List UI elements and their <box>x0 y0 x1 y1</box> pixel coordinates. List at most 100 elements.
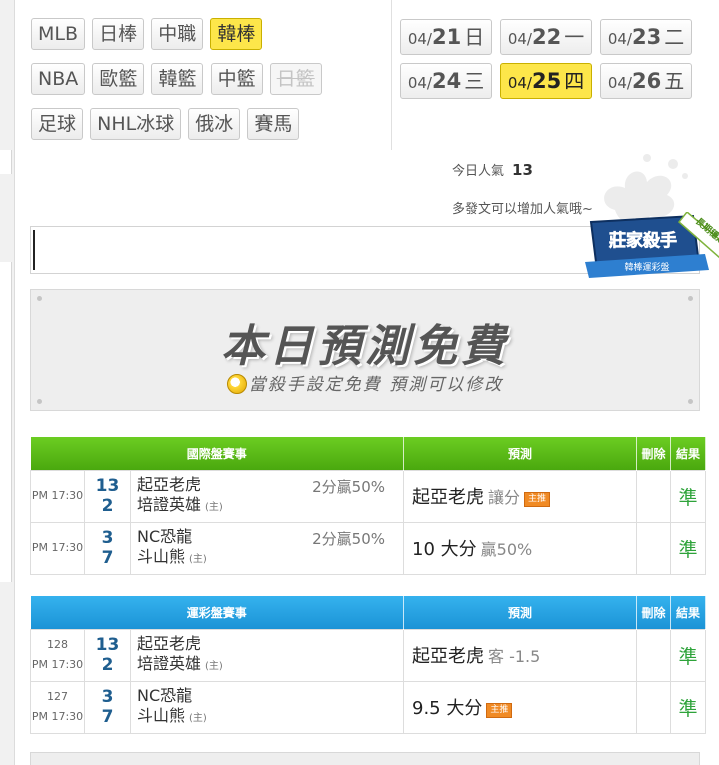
header-delete: 刪除 <box>636 437 671 470</box>
date-weekday: 日 <box>464 25 485 49</box>
away-team: NC恐龍 <box>137 685 193 705</box>
sport-button-nhl[interactable]: NHL冰球 <box>90 108 182 140</box>
sport-selector: MLB 日棒 中職 韓棒 NBA 歐籃 韓籃 中籃 日籃 足球 NHL冰球 俄冰… <box>31 18 391 153</box>
screw-icon <box>688 296 693 301</box>
popularity-hint: 多發文可以增加人氣哦~ <box>452 202 593 217</box>
result: 準 <box>670 469 706 523</box>
prediction: 起亞老虎 讓分 主推 <box>403 469 637 523</box>
sport-button-nba[interactable]: NBA <box>31 63 86 95</box>
screw-icon <box>37 296 42 301</box>
next-banner-edge <box>30 752 700 765</box>
date-weekday: 五 <box>664 69 685 93</box>
home-team: 培證英雄 <box>137 653 202 673</box>
home-score: 7 <box>101 707 114 727</box>
header-delete: 刪除 <box>636 596 671 629</box>
date-button-0421[interactable]: 04/21 日 <box>400 19 492 55</box>
text-caret <box>33 230 35 270</box>
home-mark: (主) <box>205 660 223 672</box>
sport-button-russia-hockey[interactable]: 俄冰 <box>188 108 241 140</box>
delete-cell[interactable] <box>636 521 671 575</box>
home-team: 培證英雄 <box>137 494 202 514</box>
odds: 2分贏50% <box>312 529 385 548</box>
prediction-pick: 9.5 大分 <box>412 698 483 719</box>
left-panel-edge <box>0 150 12 174</box>
sport-button-china-basketball[interactable]: 中籃 <box>210 63 263 95</box>
game-time: PM 17:30 <box>31 710 84 723</box>
prediction-type: 贏50% <box>480 540 533 559</box>
header-prediction: 預測 <box>403 437 637 470</box>
delete-cell[interactable] <box>636 628 671 682</box>
prediction: 10 大分 贏50% <box>403 521 637 575</box>
popularity-count: 13 <box>512 161 533 179</box>
sport-button-cpbl[interactable]: 中職 <box>151 18 204 50</box>
sport-row-basketball: NBA 歐籃 韓籃 中籃 日籃 <box>31 63 391 95</box>
post-input[interactable] <box>37 229 597 271</box>
header-prediction: 預測 <box>403 596 637 629</box>
date-button-0422[interactable]: 04/22 一 <box>500 19 592 55</box>
date-button-0423[interactable]: 04/23 二 <box>600 19 692 55</box>
sport-button-euro-basketball[interactable]: 歐籃 <box>92 63 145 95</box>
home-mark: (主) <box>189 553 207 565</box>
prediction: 起亞老虎客 -1.5 <box>403 628 637 682</box>
badge-name: 莊家殺手 <box>609 230 677 251</box>
prediction-pick: 起亞老虎 <box>412 646 484 667</box>
table-row: 127 PM 17:30 37 NC恐龍 斗山熊 (主) 9.5 大分 主推 準 <box>30 680 706 734</box>
sport-button-npb[interactable]: 日棒 <box>92 18 145 50</box>
date-button-0425[interactable]: 04/25 四 <box>500 63 592 99</box>
main-pick-tag: 主推 <box>486 703 513 718</box>
date-day: 26 <box>631 69 662 93</box>
screw-icon <box>37 399 42 404</box>
home-team: 斗山熊 <box>137 705 186 725</box>
scores: 37 <box>84 680 131 734</box>
teams: 起亞老虎 培證英雄 (主) <box>130 628 404 682</box>
teams: NC恐龍 斗山熊 (主) <box>130 680 404 734</box>
killer-badge: 莊家殺手 韓棒運彩盤 長期穩定 <box>585 212 719 278</box>
away-score: 13 <box>95 476 120 496</box>
sport-button-horse-racing[interactable]: 賽馬 <box>247 108 300 140</box>
sport-button-korea-basketball[interactable]: 韓籃 <box>151 63 204 95</box>
page: MLB 日棒 中職 韓棒 NBA 歐籃 韓籃 中籃 日籃 足球 NHL冰球 俄冰… <box>0 0 719 765</box>
sport-button-kbo[interactable]: 韓棒 <box>210 18 263 50</box>
banner-title: 本日預測免費 <box>221 321 509 372</box>
date-day: 23 <box>631 25 662 49</box>
away-score: 3 <box>101 687 114 707</box>
date-weekday: 一 <box>564 25 585 49</box>
home-score: 7 <box>101 548 114 568</box>
date-weekday: 四 <box>564 69 585 93</box>
sport-button-soccer[interactable]: 足球 <box>31 108 84 140</box>
date-month: 04/ <box>507 74 532 92</box>
header-events: 運彩盤賽事 <box>30 596 404 629</box>
banner-subtitle: 當殺手設定免費 預測可以修改 <box>248 375 504 395</box>
header-result: 結果 <box>670 596 706 629</box>
prediction-pick: 起亞老虎 <box>412 487 484 508</box>
away-score: 3 <box>101 528 114 548</box>
main-pick-tag: 主推 <box>524 492 551 507</box>
sport-button-japan-basketball: 日籃 <box>269 63 322 95</box>
delete-cell[interactable] <box>636 469 671 523</box>
away-score: 13 <box>95 635 120 655</box>
free-prediction-banner: 本日預測免費 當殺手設定免費 預測可以修改 <box>30 289 700 411</box>
left-panel-edge-2 <box>0 262 12 582</box>
prediction: 9.5 大分 主推 <box>403 680 637 734</box>
teams: NC恐龍 斗山熊 (主) 2分贏50% <box>130 521 404 575</box>
popularity: 今日人氣 13 <box>452 160 533 179</box>
odds: 2分贏50% <box>312 477 385 496</box>
date-button-0426[interactable]: 04/26 五 <box>600 63 692 99</box>
date-weekday: 三 <box>464 69 485 93</box>
scores: 37 <box>84 521 131 575</box>
prediction-pick: 10 大分 <box>412 539 477 560</box>
ball-icon <box>226 374 247 394</box>
date-day: 22 <box>531 25 562 49</box>
result: 準 <box>670 628 706 682</box>
banner-subtitle-row: 當殺手設定免費 預測可以修改 <box>31 370 699 395</box>
table-row: 128 PM 17:30 13 2 起亞老虎 培證英雄 (主) 起亞老虎客 -1.5 … <box>30 628 706 682</box>
game-code-time: 127 PM 17:30 <box>30 680 85 734</box>
date-month: 04/ <box>407 74 432 92</box>
sport-button-mlb[interactable]: MLB <box>31 18 86 50</box>
game-time: PM 17:30 <box>30 521 85 575</box>
delete-cell[interactable] <box>636 680 671 734</box>
game-code: 128 <box>47 638 68 651</box>
date-button-0424[interactable]: 04/24 三 <box>400 63 492 99</box>
scores: 13 2 <box>84 469 131 523</box>
intl-prediction-table: 國際盤賽事 預測 刪除 結果 PM 17:30 13 2 起亞老虎 培證英雄 (主)… <box>30 437 706 575</box>
